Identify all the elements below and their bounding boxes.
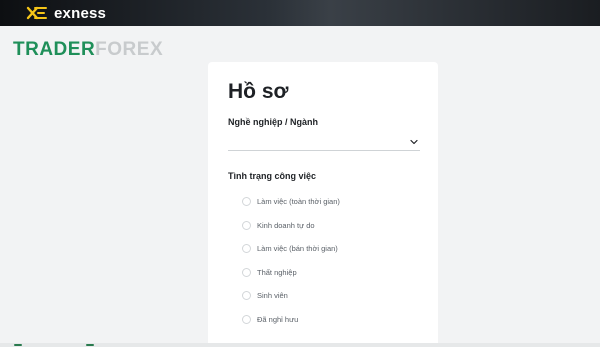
exness-logo-icon: [26, 6, 47, 20]
radio-button[interactable]: [242, 314, 251, 324]
employment-option-student[interactable]: Sinh viên: [242, 284, 340, 308]
watermark-logo: TRADERFOREX: [13, 40, 163, 60]
watermark-text-primary: TRADER: [13, 39, 96, 60]
watermark-text-secondary: FOREX: [95, 39, 164, 60]
radio-option-label: Sinh viên: [257, 291, 288, 301]
occupation-select[interactable]: [228, 132, 420, 151]
employment-status-label: Tình trạng công việc: [228, 171, 317, 181]
top-bar: exness: [0, 0, 600, 26]
bottom-marker: [86, 344, 94, 346]
radio-option-label: Làm việc (toàn thời gian): [257, 197, 340, 207]
radio-button[interactable]: [242, 244, 251, 254]
employment-option-unemployed[interactable]: Thất nghiệp: [242, 261, 340, 285]
occupation-label: Nghề nghiệp / Ngành: [228, 117, 318, 127]
employment-option-self-employed[interactable]: Kinh doanh tự do: [242, 214, 340, 238]
radio-option-label: Thất nghiệp: [257, 267, 297, 277]
page-title: Hồ sơ: [228, 80, 289, 103]
employment-status-radio-group: Làm việc (toàn thời gian) Kinh doanh tự …: [242, 190, 340, 331]
brand-logo[interactable]: exness: [26, 3, 106, 23]
radio-button[interactable]: [242, 291, 251, 301]
bottom-edge: [0, 343, 600, 347]
employment-option-part-time[interactable]: Làm việc (bán thời gian): [242, 237, 340, 261]
radio-option-label: Kinh doanh tự do: [257, 220, 315, 230]
radio-button[interactable]: [242, 220, 251, 230]
brand-name: exness: [54, 4, 107, 22]
bottom-marker: [14, 344, 22, 346]
radio-button[interactable]: [242, 267, 251, 277]
employment-option-retired[interactable]: Đã nghỉ hưu: [242, 308, 340, 332]
radio-option-label: Đã nghỉ hưu: [257, 314, 299, 324]
radio-button[interactable]: [242, 197, 251, 207]
profile-card: Hồ sơ Nghề nghiệp / Ngành Tình trạng côn…: [208, 62, 438, 347]
radio-option-label: Làm việc (bán thời gian): [257, 244, 338, 254]
employment-option-full-time[interactable]: Làm việc (toàn thời gian): [242, 190, 340, 214]
chevron-down-icon: [410, 139, 418, 145]
